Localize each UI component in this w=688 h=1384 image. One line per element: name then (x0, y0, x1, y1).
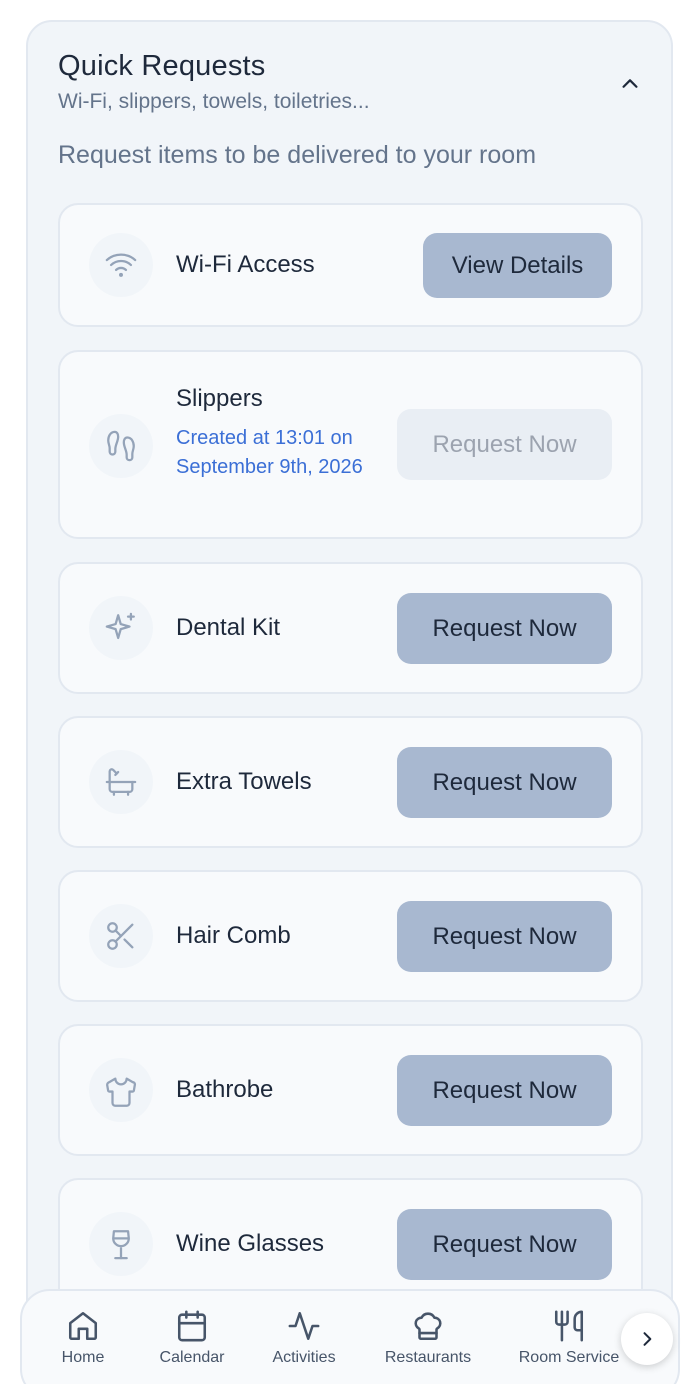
item-icon-wrap (89, 904, 153, 968)
item-icon-wrap (89, 1212, 153, 1276)
sparkles-icon (105, 612, 135, 640)
item-icon-wrap (89, 596, 153, 660)
scissors-icon (107, 922, 134, 950)
nav-item-restaurants[interactable]: Restaurants (382, 1291, 474, 1379)
nav-label: Room Service (518, 1349, 620, 1366)
item-icon-wrap (89, 1058, 153, 1122)
request-now-button[interactable]: Request Now (397, 1055, 612, 1126)
nav-item-room-service[interactable]: Room Service (515, 1291, 623, 1379)
nav-item-activities[interactable]: Activities (268, 1291, 340, 1379)
wifi-icon (105, 253, 137, 277)
item-title: Wi-Fi Access (176, 251, 315, 278)
request-card-wifi: Wi-Fi Access View Details (58, 203, 643, 327)
request-now-button[interactable]: Request Now (397, 1209, 612, 1280)
item-icon-wrap (89, 750, 153, 814)
request-card-hair-comb: Hair Comb Request Now (58, 870, 643, 1002)
request-card-dental-kit: Dental Kit Request Now (58, 562, 643, 694)
request-now-button[interactable]: Request Now (397, 901, 612, 972)
home-icon (68, 1311, 98, 1341)
bath-icon (105, 768, 137, 796)
nav-label: Calendar (159, 1349, 225, 1366)
item-icon-wrap (89, 233, 153, 297)
nav-next-button[interactable] (621, 1313, 673, 1365)
request-card-extra-towels: Extra Towels Request Now (58, 716, 643, 848)
request-now-button[interactable]: Request Now (397, 747, 612, 818)
wine-glass-icon (112, 1230, 130, 1260)
request-now-button[interactable]: Request Now (397, 409, 612, 480)
shirt-icon (106, 1077, 136, 1107)
panel-title: Quick Requests (58, 50, 266, 82)
chevron-up-icon (622, 79, 638, 88)
item-title: Extra Towels (176, 768, 312, 795)
panel-description: Request items to be delivered to your ro… (58, 141, 537, 169)
quick-requests-panel: Quick Requests Wi-Fi, slippers, towels, … (26, 20, 673, 1384)
item-title: Dental Kit (176, 614, 281, 641)
item-title: Bathrobe (176, 1076, 274, 1103)
request-status-text: Created at 13:01 on September 9th, 2026 (176, 427, 363, 478)
utensils-icon (554, 1310, 584, 1342)
footprints-icon (107, 430, 135, 462)
nav-label: Restaurants (384, 1349, 472, 1366)
item-title: Wine Glasses (176, 1230, 325, 1257)
bottom-nav: Home Calendar Activities Restaurants Roo… (20, 1289, 680, 1384)
chevron-right-icon (643, 1332, 652, 1346)
request-card-slippers: Slippers Created at 13:01 on September 9… (58, 350, 643, 539)
panel-subtitle: Wi-Fi, slippers, towels, toiletries... (58, 90, 370, 113)
view-details-button[interactable]: View Details (423, 233, 612, 298)
activity-icon (288, 1311, 320, 1341)
calendar-icon (177, 1310, 207, 1342)
nav-item-calendar[interactable]: Calendar (157, 1291, 227, 1379)
collapse-button[interactable] (612, 66, 648, 102)
item-icon-wrap (89, 414, 153, 478)
nav-item-home[interactable]: Home (58, 1291, 108, 1379)
nav-label: Home (61, 1349, 105, 1366)
request-card-bathrobe: Bathrobe Request Now (58, 1024, 643, 1156)
item-title: Slippers (176, 385, 263, 412)
item-title: Hair Comb (176, 922, 291, 949)
nav-label: Activities (272, 1349, 336, 1366)
chef-hat-icon (414, 1312, 442, 1341)
request-now-button[interactable]: Request Now (397, 593, 612, 664)
